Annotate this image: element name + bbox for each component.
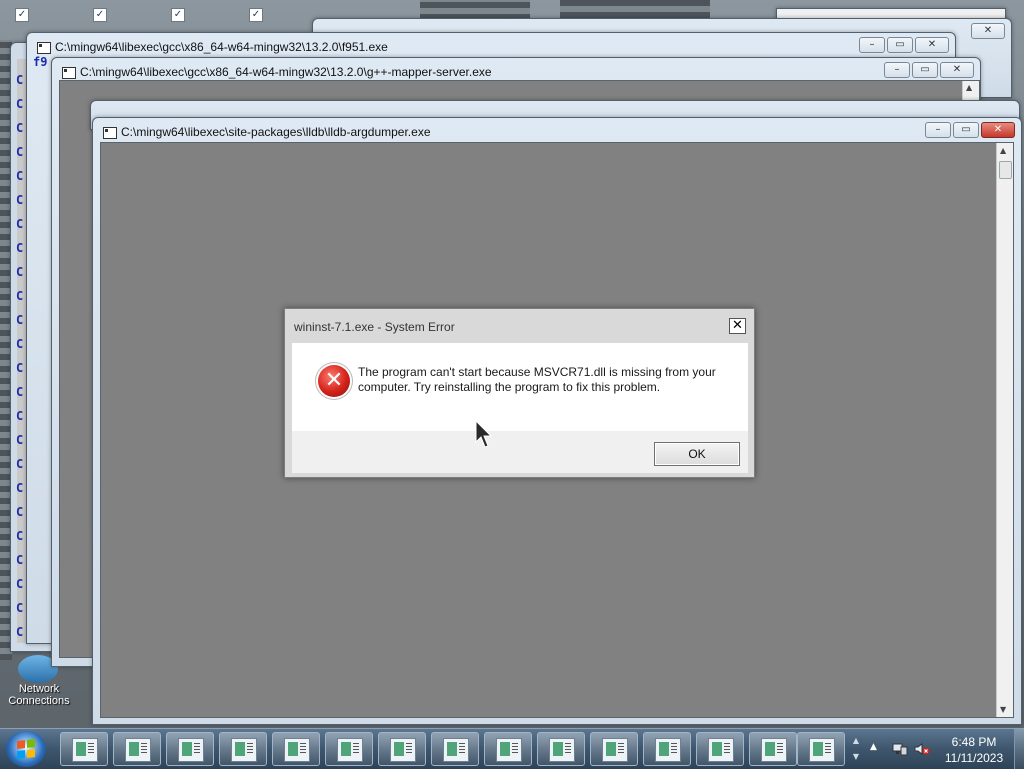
taskbar-button[interactable] <box>749 732 797 766</box>
app-window-icon <box>72 738 98 762</box>
taskbar-button[interactable] <box>590 732 638 766</box>
maximize-icon[interactable]: ▭ <box>887 37 913 53</box>
app-window-icon <box>708 738 734 762</box>
desktop-icon-checkbox[interactable]: ✓ <box>249 8 263 22</box>
minimize-icon[interactable]: – <box>925 122 951 138</box>
taskbar-button[interactable] <box>272 732 320 766</box>
console-app-icon <box>62 67 76 79</box>
scroll-up-icon[interactable]: ▲ <box>1000 146 1006 155</box>
show-desktop-button[interactable] <box>1014 729 1024 769</box>
background-building <box>420 0 530 20</box>
app-window-icon <box>761 738 787 762</box>
taskbar-clock[interactable]: 6:48 PM 11/11/2023 <box>940 734 1008 766</box>
volume-muted-icon[interactable] <box>914 742 930 756</box>
close-icon[interactable]: ✕ <box>971 23 1005 39</box>
taskbar-button[interactable] <box>378 732 426 766</box>
maximize-icon[interactable]: ▭ <box>953 122 979 138</box>
start-button[interactable] <box>6 731 46 767</box>
taskbar-button[interactable] <box>219 732 267 766</box>
taskbar-button[interactable] <box>696 732 744 766</box>
mouse-cursor-icon <box>475 420 493 448</box>
network-tray-icon[interactable] <box>892 742 908 756</box>
error-message: The program can't start because MSVCR71.… <box>358 365 716 394</box>
taskbar-button[interactable] <box>643 732 691 766</box>
taskbar-button[interactable] <box>60 732 108 766</box>
taskbar-button[interactable] <box>166 732 214 766</box>
clock-time: 6:48 PM <box>951 735 997 749</box>
close-icon[interactable]: ✕ <box>729 318 746 334</box>
taskbar-button[interactable] <box>431 732 479 766</box>
console-text-column: CCCCCCCCCCCCCCCCCCCCCCCC <box>16 73 24 639</box>
app-window-icon <box>809 738 835 762</box>
maximize-icon[interactable]: ▭ <box>912 62 938 78</box>
app-window-icon <box>231 738 257 762</box>
close-icon[interactable]: ✕ <box>981 122 1015 138</box>
app-window-icon <box>390 738 416 762</box>
vertical-scrollbar[interactable]: ▲ ▼ <box>996 143 1013 717</box>
chevron-down-icon[interactable]: ▼ <box>850 749 862 765</box>
taskbar-scroll[interactable]: ▲ ▼ <box>850 733 862 765</box>
app-window-icon <box>125 738 151 762</box>
console-app-icon <box>103 127 117 139</box>
taskbar-button[interactable] <box>797 732 845 766</box>
window-title: C:\mingw64\libexec\site-packages\lldb\ll… <box>121 125 431 139</box>
dialog-body: ✕ The program can't start because MSVCR7… <box>292 343 748 431</box>
app-window-icon <box>496 738 522 762</box>
taskbar: ▲ ▼ ▲ 6:48 PM 11/11/2023 <box>0 728 1024 769</box>
app-window-icon <box>549 738 575 762</box>
minimize-icon[interactable]: – <box>884 62 910 78</box>
console-app-icon <box>37 42 51 54</box>
taskbar-button[interactable] <box>537 732 585 766</box>
app-window-icon <box>443 738 469 762</box>
app-window-icon <box>655 738 681 762</box>
minimize-icon[interactable]: – <box>859 37 885 53</box>
app-window-icon <box>178 738 204 762</box>
window-title: C:\mingw64\libexec\gcc\x86_64-w64-mingw3… <box>80 65 492 79</box>
app-window-icon <box>602 738 628 762</box>
chevron-up-icon[interactable]: ▲ <box>850 733 862 749</box>
clock-date: 11/11/2023 <box>944 751 1004 765</box>
network-connections-label[interactable]: Network Connections <box>2 683 76 707</box>
dialog-title: wininst-7.1.exe - System Error <box>294 320 455 334</box>
console-text: f9 <box>33 55 48 69</box>
close-icon[interactable]: ✕ <box>940 62 974 78</box>
windows-logo-icon <box>17 739 35 759</box>
show-hidden-icons-icon[interactable]: ▲ <box>870 742 877 752</box>
desktop-icon-checkbox[interactable]: ✓ <box>171 8 185 22</box>
ok-button[interactable]: OK <box>654 442 740 466</box>
taskbar-button[interactable] <box>484 732 532 766</box>
app-window-icon <box>284 738 310 762</box>
desktop-icon-checkbox[interactable]: ✓ <box>15 8 29 22</box>
system-error-dialog[interactable]: wininst-7.1.exe - System Error ✕ ✕ The p… <box>284 308 755 478</box>
scroll-thumb[interactable] <box>999 161 1012 179</box>
taskbar-button[interactable] <box>325 732 373 766</box>
desktop-icon-checkbox[interactable]: ✓ <box>93 8 107 22</box>
window-title: C:\mingw64\libexec\gcc\x86_64-w64-mingw3… <box>55 40 388 54</box>
taskbar-button[interactable] <box>113 732 161 766</box>
error-icon: ✕ <box>318 365 350 397</box>
app-window-icon <box>337 738 363 762</box>
scroll-down-icon[interactable]: ▼ <box>1000 705 1006 714</box>
close-icon[interactable]: ✕ <box>915 37 949 53</box>
dialog-footer: OK <box>292 431 748 473</box>
background-building <box>560 0 710 18</box>
